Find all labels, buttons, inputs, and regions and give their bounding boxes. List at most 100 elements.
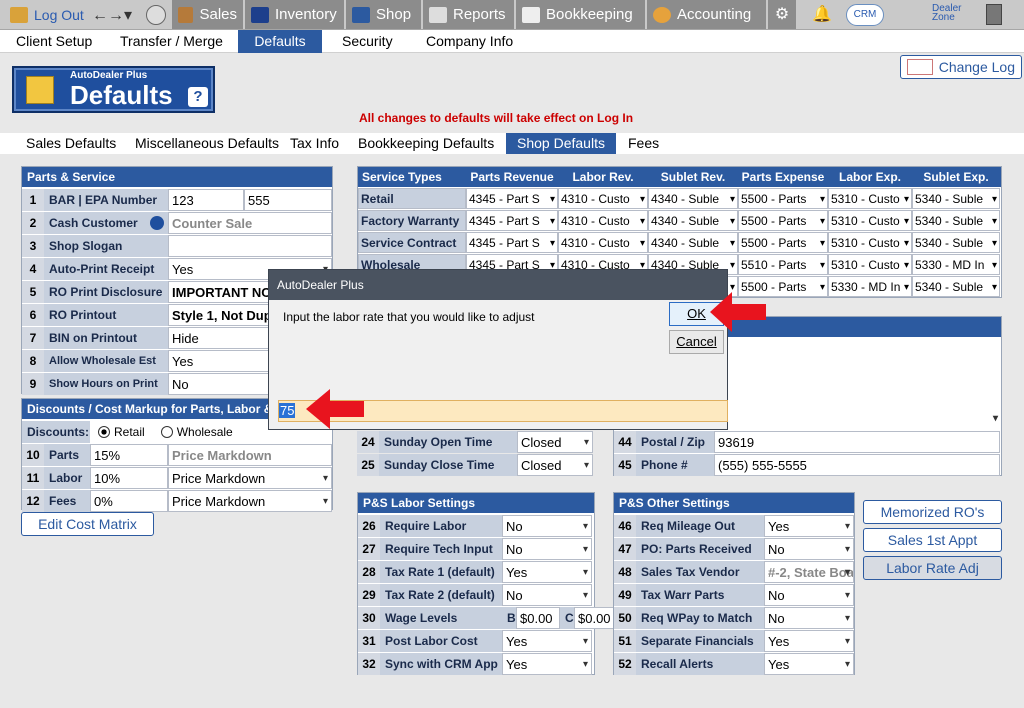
- tab-tax-info[interactable]: Tax Info: [284, 133, 345, 154]
- setting-label: Req Mileage Out: [636, 514, 764, 537]
- dialog-title: AutoDealer Plus: [269, 270, 727, 300]
- user-icon[interactable]: [146, 5, 166, 25]
- service-account-select[interactable]: 5340 - Suble: [912, 210, 1000, 231]
- nav-shop[interactable]: Shop: [346, 0, 422, 29]
- service-account-select[interactable]: 5340 - Suble: [912, 276, 1000, 297]
- service-account-select[interactable]: 4345 - Part S: [466, 210, 558, 231]
- retail-radio[interactable]: [98, 425, 110, 438]
- setting-select[interactable]: Yes: [502, 652, 592, 675]
- help-icon[interactable]: ?: [188, 87, 208, 107]
- crm-button[interactable]: CRM: [846, 4, 884, 26]
- top-nav: Log Out ←→▾ Sales Inventory Shop Reports…: [0, 0, 1024, 30]
- labor-discount-input[interactable]: 10%: [90, 466, 168, 489]
- service-account-select[interactable]: 5340 - Suble: [912, 232, 1000, 253]
- service-account-select[interactable]: 4310 - Custo: [558, 232, 648, 253]
- fees-discount-mode[interactable]: Price Markdown: [168, 489, 332, 512]
- calculator-icon[interactable]: [986, 4, 1002, 25]
- bell-icon[interactable]: 🔔: [812, 4, 832, 24]
- service-account-select[interactable]: 5500 - Parts: [738, 232, 828, 253]
- service-account-select[interactable]: 5330 - MD In: [828, 276, 912, 297]
- service-account-select[interactable]: 5310 - Custo: [828, 254, 912, 275]
- setting-select[interactable]: No: [764, 537, 854, 560]
- memorized-ros-button[interactable]: Memorized RO's: [863, 500, 1002, 524]
- service-account-select[interactable]: 4340 - Suble: [648, 232, 738, 253]
- logout-button[interactable]: Log Out: [4, 0, 90, 29]
- sales-1st-appt-button[interactable]: Sales 1st Appt: [863, 528, 1002, 552]
- dealer-zone-button[interactable]: Dealer Zone: [900, 4, 970, 26]
- setting-select[interactable]: Yes: [502, 629, 592, 652]
- service-account-select[interactable]: 5500 - Parts: [738, 188, 828, 209]
- lookup-icon[interactable]: [150, 215, 164, 230]
- bar-number-input[interactable]: 123: [168, 188, 244, 211]
- cash-customer-input[interactable]: Counter Sale: [168, 211, 332, 234]
- setting-select[interactable]: No: [502, 514, 592, 537]
- edit-cost-matrix-button[interactable]: Edit Cost Matrix: [21, 512, 154, 536]
- setting-select[interactable]: No: [502, 537, 592, 560]
- gear-icon[interactable]: ⚙: [768, 0, 796, 29]
- fees-discount-input[interactable]: 0%: [90, 489, 168, 512]
- labor-rate-adj-button[interactable]: Labor Rate Adj: [863, 556, 1002, 580]
- service-account-select[interactable]: 4310 - Custo: [558, 188, 648, 209]
- sunday-close-select[interactable]: Closed: [517, 453, 593, 476]
- setting-select[interactable]: No: [764, 583, 854, 606]
- setting-select[interactable]: Yes: [764, 652, 854, 675]
- nav-bookkeeping[interactable]: Bookkeeping: [516, 0, 646, 29]
- service-account-select[interactable]: 4310 - Custo: [558, 210, 648, 231]
- shop-slogan-input[interactable]: [168, 234, 332, 257]
- labor-discount-mode[interactable]: Price Markdown: [168, 466, 332, 489]
- wholesale-radio[interactable]: [160, 425, 173, 438]
- service-account-select[interactable]: 5310 - Custo: [828, 232, 912, 253]
- parts-discount-mode[interactable]: Price Markdown: [168, 443, 332, 466]
- car-icon: [251, 6, 269, 23]
- setting-select[interactable]: #-2, State Boa: [764, 560, 854, 583]
- phone-input[interactable]: (555) 555-5555: [714, 453, 1000, 476]
- service-type-row: Retail4345 - Part S4310 - Custo4340 - Su…: [358, 188, 1000, 210]
- tab-shop-defaults[interactable]: Shop Defaults: [506, 133, 616, 154]
- tab-security[interactable]: Security: [334, 30, 401, 53]
- wage-level-input[interactable]: $0.00: [516, 606, 560, 629]
- row-postal: 44 Postal / Zip 93619: [614, 430, 1000, 453]
- sunday-open-select[interactable]: Closed: [517, 430, 593, 453]
- service-account-select[interactable]: 5500 - Parts: [738, 210, 828, 231]
- tab-fees[interactable]: Fees: [622, 133, 665, 154]
- service-account-select[interactable]: 5510 - Parts: [738, 254, 828, 275]
- epa-number-input[interactable]: 555: [244, 188, 332, 211]
- tab-misc-defaults[interactable]: Miscellaneous Defaults: [129, 133, 285, 154]
- nav-inventory[interactable]: Inventory: [245, 0, 345, 29]
- setting-label: Wage Levels: [380, 606, 502, 629]
- setting-select[interactable]: No: [764, 606, 854, 629]
- service-account-select[interactable]: 4340 - Suble: [648, 188, 738, 209]
- postal-input[interactable]: 93619: [714, 430, 1000, 453]
- service-account-select[interactable]: 4345 - Part S: [466, 188, 558, 209]
- tab-bookkeeping-defaults[interactable]: Bookkeeping Defaults: [352, 133, 500, 154]
- service-account-select[interactable]: 4340 - Suble: [648, 210, 738, 231]
- setting-label: Recall Alerts: [636, 652, 764, 675]
- setting-select[interactable]: No: [502, 583, 592, 606]
- change-log-button[interactable]: Change Log: [900, 55, 1022, 79]
- tab-defaults[interactable]: Defaults: [238, 30, 322, 53]
- labor-setting-row: 28 Tax Rate 1 (default) Yes: [358, 560, 592, 583]
- parts-discount-input[interactable]: 15%: [90, 443, 168, 466]
- logout-icon: [10, 6, 28, 23]
- service-account-select[interactable]: 5310 - Custo: [828, 188, 912, 209]
- tab-client-setup[interactable]: Client Setup: [8, 30, 100, 53]
- tab-sales-defaults[interactable]: Sales Defaults: [20, 133, 122, 154]
- setting-select[interactable]: Yes: [764, 514, 854, 537]
- wage-level-input[interactable]: $0.00: [574, 606, 618, 629]
- nav-accounting[interactable]: Accounting: [647, 0, 767, 29]
- back-forward-icon[interactable]: ←→▾: [92, 5, 132, 25]
- labor-setting-row: 32 Sync with CRM App Yes: [358, 652, 592, 675]
- service-account-select[interactable]: 5310 - Custo: [828, 210, 912, 231]
- tab-company-info[interactable]: Company Info: [418, 30, 521, 53]
- nav-sales[interactable]: Sales: [172, 0, 244, 29]
- tab-transfer-merge[interactable]: Transfer / Merge: [112, 30, 231, 53]
- edit-icon: [907, 59, 933, 75]
- wrench-icon: [352, 6, 370, 23]
- setting-select[interactable]: Yes: [502, 560, 592, 583]
- service-account-select[interactable]: 4345 - Part S: [466, 232, 558, 253]
- wage-level-label: C: [560, 606, 574, 629]
- service-account-select[interactable]: 5340 - Suble: [912, 188, 1000, 209]
- service-account-select[interactable]: 5330 - MD In: [912, 254, 1000, 275]
- setting-select[interactable]: Yes: [764, 629, 854, 652]
- nav-reports[interactable]: Reports: [423, 0, 515, 29]
